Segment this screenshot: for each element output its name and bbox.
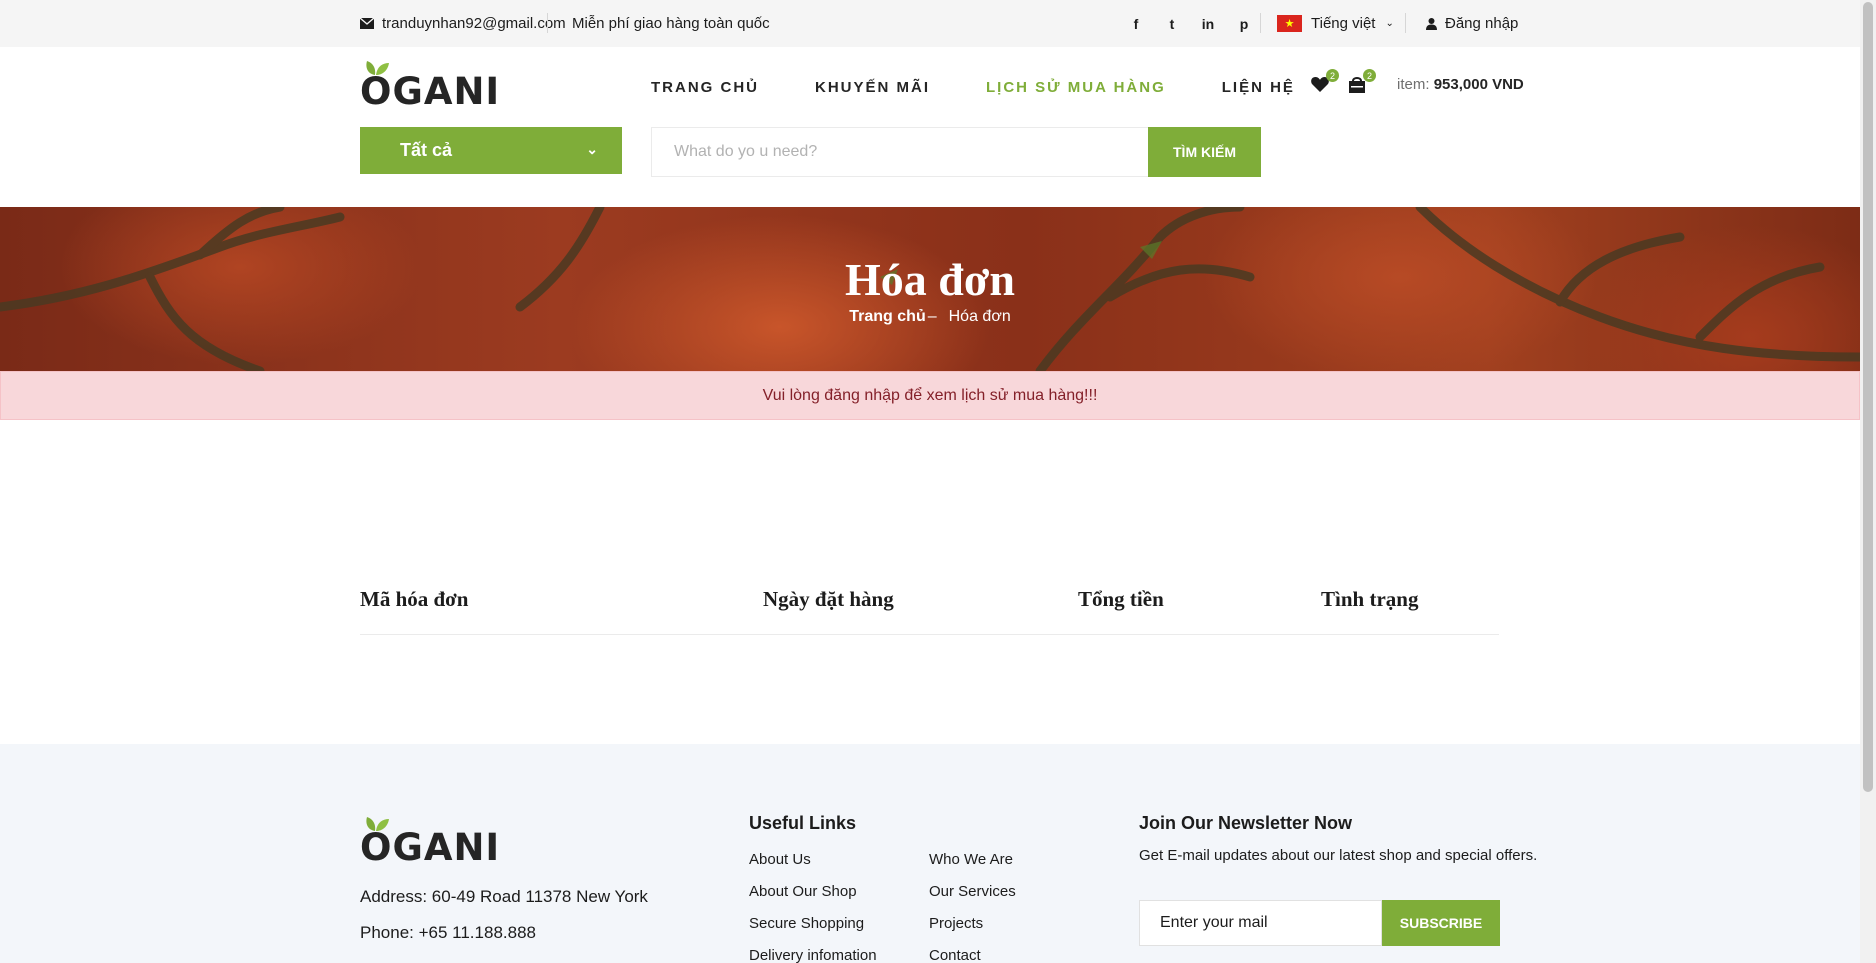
footer-link-who-we-are[interactable]: Who We Are — [929, 851, 1013, 868]
topbar-email: tranduynhan92@gmail.com — [360, 0, 566, 47]
footer: OGANI Address: 60-49 Road 11378 New York… — [0, 744, 1860, 963]
newsletter-form: SUBSCRIBE — [1139, 900, 1500, 946]
footer-logo-text: OGANI — [360, 826, 501, 869]
search-input[interactable] — [652, 128, 1148, 176]
nav-promotions[interactable]: KHUYẾN MÃI — [815, 79, 930, 96]
facebook-icon[interactable]: f — [1118, 16, 1154, 32]
chevron-down-icon: ⌄ — [586, 141, 598, 157]
page-title: Hóa đơn — [845, 254, 1015, 305]
footer-link-secure-shopping[interactable]: Secure Shopping — [749, 915, 864, 932]
nav-order-history[interactable]: LỊCH SỬ MUA HÀNG — [986, 79, 1166, 96]
top-bar: tranduynhan92@gmail.com Miễn phí giao hà… — [0, 0, 1860, 47]
footer-link-our-services[interactable]: Our Services — [929, 883, 1016, 900]
language-selector[interactable]: ★ Tiếng việt ⌄ — [1277, 0, 1394, 47]
column-order-id: Mã hóa đơn — [360, 587, 469, 611]
footer-phone: Phone: +65 11.188.888 — [360, 923, 536, 942]
cart-total: item: 953,000 VND — [1397, 76, 1524, 93]
newsletter-email-input[interactable] — [1139, 900, 1382, 946]
topbar-email-text: tranduynhan92@gmail.com — [382, 15, 566, 32]
vertical-scrollbar[interactable] — [1860, 0, 1876, 963]
column-total: Tổng tiền — [1078, 587, 1164, 611]
column-status: Tình trạng — [1321, 587, 1419, 611]
category-label: Tất cả — [400, 140, 453, 160]
alert-message: Vui lòng đăng nhập để xem lịch sử mua hà… — [762, 386, 1098, 404]
topbar-shipping-text: Miễn phí giao hàng toàn quốc — [572, 15, 770, 32]
cart-total-label: item: — [1397, 75, 1430, 93]
nav-home[interactable]: TRANG CHỦ — [651, 79, 759, 96]
header-icons: 2 2 item: 953,000 VND — [1311, 69, 1524, 96]
language-label: Tiếng việt — [1311, 15, 1376, 32]
user-icon — [1426, 17, 1437, 30]
footer-logo[interactable]: OGANI — [360, 816, 500, 866]
topbar-divider — [547, 13, 548, 33]
nav-contact[interactable]: LIỆN HỆ — [1222, 79, 1295, 96]
breadcrumb-separator: – — [927, 308, 937, 325]
logo-text: OGANI — [360, 70, 501, 113]
pinterest-icon[interactable]: p — [1226, 16, 1262, 32]
twitter-icon[interactable]: t — [1154, 16, 1190, 32]
search-form: TÌM KIẾM — [651, 127, 1261, 177]
wishlist-count-badge: 2 — [1326, 69, 1339, 82]
breadcrumb: Trang chủ – Hóa đơn — [0, 308, 1860, 326]
topbar-divider — [1260, 13, 1261, 33]
main-nav: TRANG CHỦ KHUYẾN MÃI LỊCH SỬ MUA HÀNG LI… — [651, 72, 1351, 102]
vietnam-flag-icon: ★ — [1277, 15, 1302, 32]
leaf-icon — [366, 61, 389, 75]
leaf-icon — [366, 817, 389, 831]
topbar-divider — [1405, 13, 1406, 33]
footer-link-projects[interactable]: Projects — [929, 915, 983, 932]
search-button[interactable]: TÌM KIẾM — [1148, 127, 1261, 177]
cart-total-value: 953,000 VND — [1433, 75, 1524, 93]
category-dropdown[interactable]: Tất cả ⌄ — [360, 127, 622, 174]
login-required-alert: Vui lòng đăng nhập để xem lịch sử mua hà… — [0, 371, 1860, 420]
page: tranduynhan92@gmail.com Miễn phí giao hà… — [0, 0, 1860, 963]
hero-banner: Hóa đơn Trang chủ – Hóa đơn — [0, 207, 1860, 371]
useful-links-title: Useful Links — [749, 813, 857, 833]
order-table-header: Mã hóa đơn Ngày đặt hàng Tổng tiền Tình … — [360, 583, 1499, 635]
newsletter-title: Join Our Newsletter Now — [1139, 813, 1353, 833]
subscribe-button[interactable]: SUBSCRIBE — [1382, 900, 1500, 946]
envelope-icon — [360, 18, 374, 29]
newsletter-text: Get E-mail updates about our latest shop… — [1139, 847, 1538, 864]
breadcrumb-home[interactable]: Trang chủ — [849, 308, 925, 325]
site-logo[interactable]: OGANI — [360, 60, 500, 110]
footer-link-about-our-shop[interactable]: About Our Shop — [749, 883, 857, 900]
column-order-date: Ngày đặt hàng — [763, 587, 894, 611]
linkedin-icon[interactable]: in — [1190, 16, 1226, 32]
login-link[interactable]: Đăng nhập — [1426, 0, 1518, 47]
footer-link-about-us[interactable]: About Us — [749, 851, 811, 868]
cart-button[interactable]: 2 — [1348, 69, 1376, 95]
scrollbar-thumb[interactable] — [1863, 2, 1873, 792]
wishlist-button[interactable]: 2 — [1311, 69, 1339, 95]
breadcrumb-current: Hóa đơn — [948, 308, 1011, 325]
social-links: f t in p — [1118, 0, 1262, 47]
login-label: Đăng nhập — [1445, 15, 1519, 32]
footer-link-contact[interactable]: Contact — [929, 947, 981, 963]
footer-address: Address: 60-49 Road 11378 New York — [360, 887, 648, 906]
footer-link-delivery-information[interactable]: Delivery infomation — [749, 947, 877, 963]
cart-count-badge: 2 — [1363, 69, 1376, 82]
chevron-down-icon: ⌄ — [1385, 18, 1394, 29]
